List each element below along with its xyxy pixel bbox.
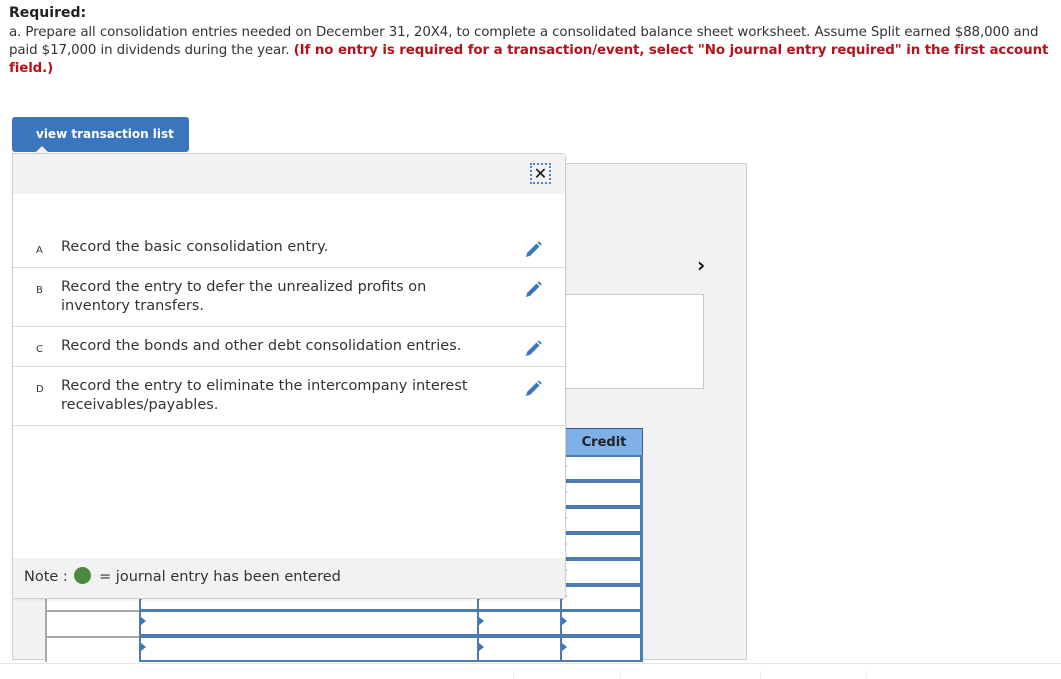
- transaction-list: A Record the basic consolidation entry. …: [13, 228, 565, 426]
- footer-divider: [760, 671, 761, 679]
- chevron-right-icon[interactable]: ›: [697, 253, 717, 277]
- footer-divider: [866, 671, 867, 679]
- close-icon[interactable]: ✕: [530, 163, 551, 184]
- debit-cell[interactable]: [477, 636, 560, 662]
- pencil-icon[interactable]: [523, 379, 543, 399]
- note-suffix: = journal entry has been entered: [94, 569, 341, 585]
- pencil-icon[interactable]: [523, 339, 543, 359]
- transaction-label: Record the entry to eliminate the interc…: [61, 378, 468, 413]
- credit-cell[interactable]: [560, 507, 643, 533]
- pencil-icon[interactable]: [523, 280, 543, 300]
- entered-status-dot-icon: [74, 567, 92, 584]
- cell-marker-icon: [141, 617, 146, 625]
- credit-cell[interactable]: [560, 585, 643, 611]
- footer-divider: [620, 671, 621, 679]
- credit-cell[interactable]: [560, 636, 643, 662]
- transaction-item-b[interactable]: B Record the entry to defer the unrealiz…: [13, 268, 565, 327]
- transaction-label: Record the bonds and other debt consolid…: [61, 338, 462, 354]
- credit-cell[interactable]: [560, 559, 643, 585]
- transaction-label: Record the entry to defer the unrealized…: [61, 279, 427, 314]
- popup-header: ✕: [13, 154, 565, 194]
- popup-caret: [35, 146, 49, 153]
- credit-cell[interactable]: [560, 533, 643, 559]
- transaction-list-popup: ✕ A Record the basic consolidation entry…: [12, 153, 566, 599]
- entry-number-cell: [45, 610, 139, 636]
- worksheet-description-box: [565, 294, 704, 389]
- transaction-item-a[interactable]: A Record the basic consolidation entry.: [13, 228, 565, 268]
- transaction-label: Record the basic consolidation entry.: [61, 239, 329, 255]
- instructions-text: a. Prepare all consolidation entries nee…: [9, 24, 1054, 78]
- required-heading: Required:: [9, 5, 87, 21]
- note-prefix: Note :: [24, 569, 73, 585]
- popup-note: Note : = journal entry has been entered: [13, 558, 565, 598]
- transaction-item-c[interactable]: C Record the bonds and other debt consol…: [13, 327, 565, 367]
- transaction-item-d[interactable]: D Record the entry to eliminate the inte…: [13, 367, 565, 426]
- transaction-letter: B: [36, 285, 43, 296]
- transaction-letter: A: [36, 245, 43, 256]
- pencil-icon[interactable]: [523, 240, 543, 260]
- credit-cell[interactable]: [560, 610, 643, 636]
- page-divider: [0, 663, 1061, 664]
- transaction-letter: C: [36, 344, 43, 355]
- cell-marker-icon: [479, 643, 484, 651]
- footer-divider: [513, 671, 514, 679]
- credit-cell[interactable]: [560, 481, 643, 507]
- cell-marker-icon: [562, 643, 567, 651]
- debit-cell[interactable]: [477, 610, 560, 636]
- cell-marker-icon: [479, 617, 484, 625]
- account-cell[interactable]: [139, 610, 477, 636]
- cell-marker-icon: [562, 617, 567, 625]
- account-cell[interactable]: [139, 636, 477, 662]
- cell-marker-icon: [141, 643, 146, 651]
- credit-column-header: Credit: [565, 428, 643, 457]
- transaction-letter: D: [36, 384, 44, 395]
- entry-number-cell: [45, 636, 139, 662]
- credit-cell[interactable]: [560, 455, 643, 481]
